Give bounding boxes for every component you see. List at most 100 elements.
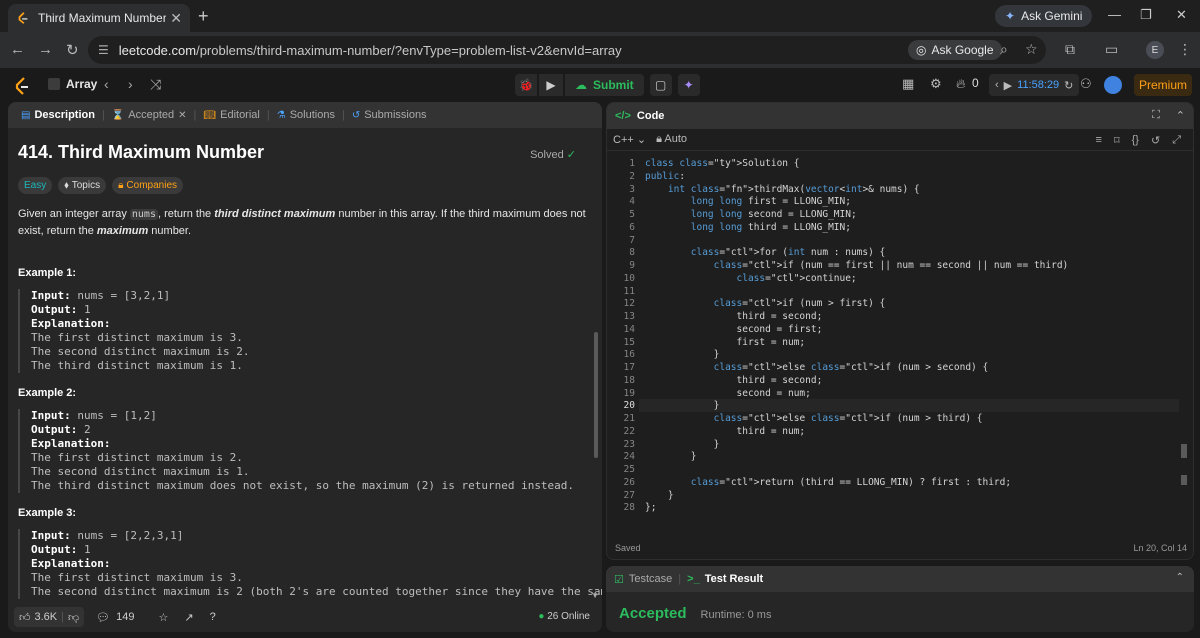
add-friend-icon[interactable]: ⚇ bbox=[1080, 76, 1092, 92]
scroll-down-icon[interactable]: ▼ bbox=[591, 591, 599, 600]
submit-button[interactable]: ☁ Submit bbox=[565, 74, 644, 96]
companies-tag[interactable]: 🔒︎ Companies bbox=[112, 177, 184, 194]
bookmark-star-icon[interactable]: ☆ bbox=[1025, 41, 1038, 58]
bookmark-icon[interactable]: ⌑ bbox=[1114, 134, 1120, 147]
browser-tab[interactable]: Third Maximum Number - Leet ✕ bbox=[8, 4, 190, 32]
code-line: 3 int class="fn">thirdMax(vector<int>& n… bbox=[607, 183, 1193, 196]
history-icon: ↺ bbox=[351, 109, 361, 121]
maximize-icon[interactable]: ⛶ bbox=[1152, 109, 1160, 122]
code-line: 27 } bbox=[607, 489, 1193, 502]
code-text: second = first; bbox=[645, 323, 823, 335]
auto-mode-label: Auto bbox=[664, 133, 688, 145]
desc-bold: third distinct maximum bbox=[214, 208, 336, 220]
back-icon[interactable]: ← bbox=[10, 41, 25, 58]
like-count: 3.6K bbox=[34, 611, 58, 623]
tab-submissions[interactable]: ↺ Submissions bbox=[347, 109, 432, 121]
tab-testcase[interactable]: ☑ Testcase bbox=[614, 573, 672, 586]
expand-icon[interactable]: ⌃ bbox=[1176, 572, 1184, 583]
leetcode-logo-icon[interactable] bbox=[14, 77, 30, 95]
help-icon[interactable]: ? bbox=[210, 611, 216, 623]
code-text: class="ctl">return (third == LLONG_MIN) … bbox=[690, 476, 1012, 488]
comment-icon[interactable]: 💬︎ bbox=[96, 611, 110, 624]
description-scrollbar[interactable] bbox=[594, 332, 598, 458]
run-icon[interactable]: ▶ bbox=[539, 74, 563, 96]
code-text: third = second; bbox=[645, 311, 823, 322]
tab-accepted[interactable]: ⌛ Accepted ✕ bbox=[107, 109, 192, 121]
tab-testcase-label: Testcase bbox=[628, 573, 673, 585]
like-button[interactable]: 👍︎ 3.6K | 👎︎ bbox=[14, 607, 85, 627]
example-block: Input: nums = [2,2,3,1] Output: 1 Explan… bbox=[18, 529, 602, 599]
auto-mode-toggle[interactable]: 🔒︎ Auto bbox=[656, 133, 687, 146]
code-text: } bbox=[645, 451, 697, 463]
output-label: Output: bbox=[31, 543, 78, 556]
prev-problem-icon[interactable]: ‹ bbox=[104, 76, 109, 92]
ask-google-button[interactable]: ◎ Ask Google bbox=[908, 40, 1002, 60]
topics-tag[interactable]: ⬧ Topics bbox=[58, 177, 107, 194]
debug-icon[interactable]: 🐞 bbox=[515, 74, 537, 96]
line-number: 28 bbox=[623, 502, 635, 514]
line-number: 19 bbox=[623, 387, 635, 399]
collapse-icon[interactable]: ⌃ bbox=[1176, 109, 1185, 122]
forward-icon[interactable]: → bbox=[38, 41, 53, 58]
zoom-search-icon[interactable]: ⌕ bbox=[1000, 41, 1008, 58]
profile-avatar[interactable]: E bbox=[1146, 41, 1164, 59]
code-text: second = num; bbox=[645, 387, 811, 399]
gemini-sparkle-icon: ✦ bbox=[1005, 9, 1016, 23]
settings-gear-icon[interactable]: ⚙ bbox=[930, 76, 942, 92]
premium-button[interactable]: Premium bbox=[1134, 74, 1192, 96]
timer-play-icon[interactable]: ▶ bbox=[1004, 79, 1012, 92]
line-number: 16 bbox=[623, 349, 635, 361]
minimize-icon[interactable]: — bbox=[1108, 7, 1121, 22]
example-heading: Example 3: bbox=[18, 507, 77, 519]
menu-icon[interactable]: ⋮ bbox=[1178, 41, 1192, 58]
reset-icon[interactable]: ↺ bbox=[1151, 134, 1160, 147]
thumbs-up-icon: 👍︎ bbox=[19, 611, 31, 624]
reload-icon[interactable]: ↻ bbox=[66, 41, 79, 59]
test-panel: ☑ Testcase | >_ Test Result ⌃ Accepted R… bbox=[606, 566, 1194, 632]
timer-collapse-icon[interactable]: ‹ bbox=[995, 79, 999, 91]
notes-icon[interactable]: ▢ bbox=[649, 74, 672, 96]
restore-icon[interactable]: ❐ bbox=[1140, 7, 1152, 23]
layout-icon[interactable]: ▦ bbox=[902, 76, 914, 92]
next-problem-icon[interactable]: › bbox=[128, 76, 133, 92]
line-number: 12 bbox=[623, 298, 635, 310]
format-icon[interactable]: ≡ bbox=[1096, 134, 1102, 147]
code-scrollbar-thumb[interactable] bbox=[1181, 475, 1187, 485]
fullscreen-icon[interactable]: ⤢ bbox=[1172, 134, 1181, 147]
code-scrollbar[interactable] bbox=[1181, 444, 1187, 458]
tab-test-result[interactable]: >_ Test Result bbox=[687, 573, 763, 585]
streak-fire-icon[interactable]: 🔥︎ bbox=[956, 76, 966, 92]
code-text: class="ctl">continue; bbox=[736, 272, 857, 284]
user-avatar[interactable] bbox=[1104, 76, 1122, 94]
input-value: nums = [2,2,3,1] bbox=[70, 529, 184, 542]
cast-icon[interactable]: ▭ bbox=[1105, 41, 1118, 58]
timer[interactable]: ‹ ▶ 11:58:29 ↻ bbox=[989, 74, 1080, 96]
thumbs-down-icon[interactable]: 👎︎ bbox=[68, 611, 79, 624]
braces-icon[interactable]: {} bbox=[1132, 134, 1139, 147]
share-icon[interactable]: ↗ bbox=[184, 611, 193, 624]
ask-gemini-button[interactable]: ✦ Ask Gemini bbox=[995, 5, 1093, 27]
tab-divider: | bbox=[678, 573, 682, 585]
tab-close-icon[interactable]: ✕ bbox=[170, 10, 182, 27]
favorite-star-icon[interactable]: ☆ bbox=[159, 611, 169, 624]
solved-label: Solved bbox=[530, 149, 564, 161]
new-tab-button[interactable]: + bbox=[198, 6, 209, 27]
address-bar[interactable]: ☰ leetcode.com/problems/third-maximum-nu… bbox=[88, 36, 1046, 64]
code-editor[interactable]: 1 class class="ty">Solution {2 public: 3 in… bbox=[607, 153, 1193, 538]
shuffle-icon[interactable]: ⤨ bbox=[150, 76, 161, 93]
extensions-icon[interactable]: ⧉ bbox=[1065, 41, 1075, 58]
close-window-icon[interactable]: ✕ bbox=[1176, 7, 1187, 23]
close-tab-icon[interactable]: ✕ bbox=[178, 110, 186, 121]
problem-tags: Easy ⬧ Topics 🔒︎ Companies bbox=[18, 177, 592, 194]
tab-solutions[interactable]: ⚗ Solutions bbox=[272, 109, 340, 121]
timer-reset-icon[interactable]: ↻ bbox=[1064, 79, 1073, 92]
tab-editorial[interactable]: 📖︎ Editorial bbox=[198, 109, 264, 121]
line-number: 9 bbox=[629, 260, 635, 271]
language-select[interactable]: C++ ⌄ bbox=[613, 133, 646, 146]
flask-icon: ⚗ bbox=[276, 109, 286, 121]
code-line: 20 } bbox=[607, 399, 1193, 413]
tab-description[interactable]: ▤ Description bbox=[16, 109, 100, 121]
ai-sparkle-icon[interactable]: ✦ bbox=[677, 74, 700, 96]
problem-list-button[interactable]: Array bbox=[48, 77, 97, 91]
site-info-icon[interactable]: ☰ bbox=[98, 43, 109, 57]
